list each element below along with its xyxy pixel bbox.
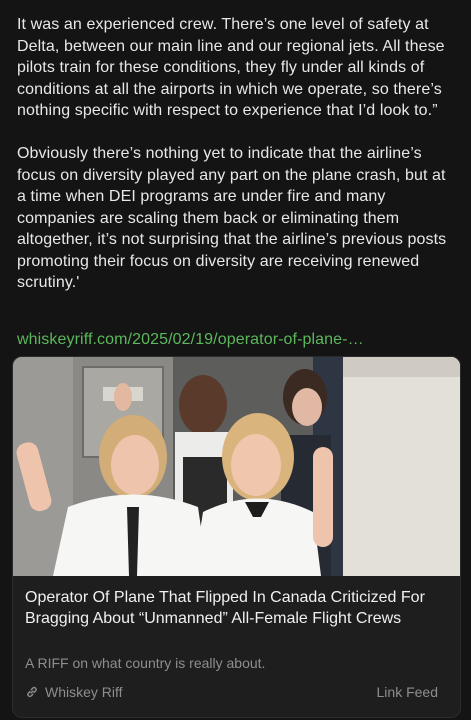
card-description: A RIFF on what country is really about. [25, 655, 266, 671]
card-source-name: Whiskey Riff [45, 684, 123, 700]
post-paragraph-2: Obviously there’s nothing yet to indicat… [17, 145, 447, 291]
link-preview-card[interactable]: Operator Of Plane That Flipped In Canada… [12, 356, 461, 718]
card-footer: Whiskey Riff Link Feed [25, 684, 448, 704]
card-title[interactable]: Operator Of Plane That Flipped In Canada… [25, 587, 445, 629]
post-body: It was an experienced crew. There’s one … [17, 14, 457, 294]
link-feed-label: Link Feed [376, 684, 438, 700]
article-link[interactable]: whiskeyriff.com/2025/02/19/operator-of-p… [17, 331, 364, 349]
card-source[interactable]: Whiskey Riff [25, 684, 123, 700]
article-photo[interactable] [13, 357, 460, 576]
post-paragraph-1: It was an experienced crew. There’s one … [17, 16, 445, 119]
link-icon [25, 685, 39, 699]
